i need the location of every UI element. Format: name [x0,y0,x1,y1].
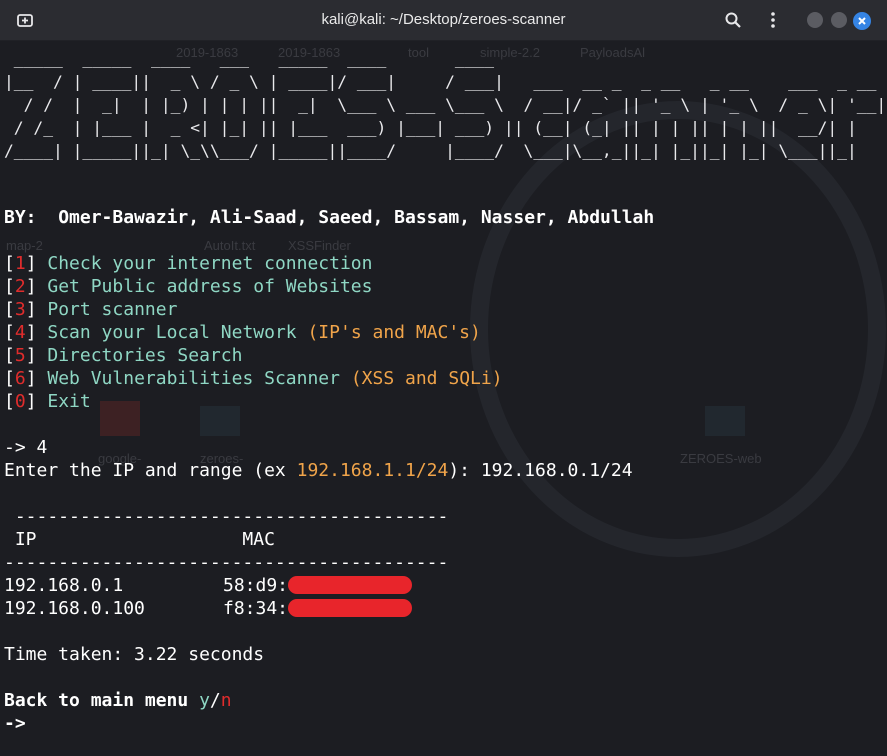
banner-line: / / | _| | |_) | | | || _| \___ \ ___ \_… [4,95,887,114]
menu-number: 6 [14,368,26,389]
menu-number: 1 [14,253,26,274]
menu-item-3: [3] Port scanner [4,299,178,320]
background-folder-icon [200,406,240,436]
title-bar: kali@kali: ~/Desktop/zeroes-scanner [0,0,887,41]
background-folder-icon [705,406,745,436]
banner-line: / /_ | |___ | _ <| |_| || |___ ___) |___… [4,118,887,137]
option-separator: / [209,690,221,711]
menu-label: Directories Search [47,345,243,366]
redaction-mark [288,599,413,617]
maximize-icon[interactable] [831,12,847,28]
menu-label: Get Public address of Websites [47,276,373,297]
menu-label: Port scanner [47,299,178,320]
banner-line: _____ _____ ____ ___ _____ ____ ____ [4,49,847,68]
ip-prompt: Enter the IP and range (ex 192.168.1.1/2… [4,459,633,482]
input-prompt[interactable]: -> [4,712,26,735]
window-title: kali@kali: ~/Desktop/zeroes-scanner [321,11,566,28]
menu-item-6: [6] Web Vulnerabilities Scanner (XSS and… [4,368,503,389]
menu-extra: (IP's and MAC's) [307,322,481,343]
banner-line: |__ / | ____|| _ \ / _ \ | ____|/ ___| /… [4,72,887,91]
menu-item-5: [5] Directories Search [4,345,243,366]
minimize-icon[interactable] [807,12,823,28]
menu-item-2: [2] Get Public address of Websites [4,276,373,297]
menu-item-0: [0] Exit [4,391,91,412]
background-file-icon [100,401,140,436]
background-label: map-2 [6,238,43,253]
menu-icon[interactable] [766,11,780,29]
authors-line: BY: Omer-Bawazir, Ali-Saad, Saeed, Bassa… [4,206,654,229]
background-dragon-shape [470,101,886,557]
table-rule-top: ---------------------------------------- [4,506,449,527]
row-mac: f8:34: [223,598,289,619]
menu-number: 4 [14,322,26,343]
menu-extra: (XSS and SQLi) [350,368,503,389]
terminal-window: kali@kali: ~/Desktop/zeroes-scanner 2 0 19… [0,0,887,756]
menu-number: 0 [14,391,26,412]
menu-label: Exit [47,391,91,412]
ip-entered: ): 192.168.0.1/24 [448,460,633,481]
ip-prompt-text: Enter the IP and range (ex [4,460,297,481]
back-prompt-text: Back to main menu [4,690,200,711]
menu-label: Web Vulnerabilities Scanner [47,368,340,389]
back-prompt: Back to main menu y/n [4,689,232,712]
menu-item-1: [1] Check your internet connection [4,253,373,274]
authors-prefix: BY: [4,207,37,228]
table-row: 192.168.0.100 f8:34: [4,597,413,620]
menu-label: Check your internet connection [47,253,373,274]
table-rule-bottom: ----------------------------------------… [4,552,449,573]
terminal-output[interactable]: 2019-1863 2019-1863 tool simple-2.2 Payl… [0,41,887,756]
banner-line: /____| |_____||_| \_\\___/ |_____||____/… [4,141,887,160]
yes-option: y [199,690,210,711]
background-label: XSSFinder [288,238,351,253]
menu-number: 5 [14,345,26,366]
ip-example: 192.168.1.1/24 [296,460,449,481]
menu-number: 3 [14,299,26,320]
menu-item-4: [4] Scan your Local Network (IP's and MA… [4,322,481,343]
row-mac: 58:d9: [223,575,289,596]
row-ip: 192.168.0.100 [4,598,145,619]
background-label: AutoIt.txt [204,238,256,253]
table-row: 192.168.0.1 58:d9: [4,574,413,597]
menu-number: 2 [14,276,26,297]
row-ip: 192.168.0.1 [4,575,124,596]
no-option: n [220,690,232,711]
table-header: IP MAC [4,529,275,550]
menu-label: Scan your Local Network [47,322,297,343]
authors-names: Omer-Bawazir, Ali-Saad, Saeed, Bassam, N… [58,207,655,228]
redaction-mark [288,576,413,594]
background-label: ZEROES-web [680,451,762,466]
time-taken: Time taken: 3.22 seconds [4,644,265,665]
search-icon[interactable] [724,11,742,29]
close-icon[interactable] [853,12,871,30]
choice-prompt: -> 4 [4,437,48,458]
